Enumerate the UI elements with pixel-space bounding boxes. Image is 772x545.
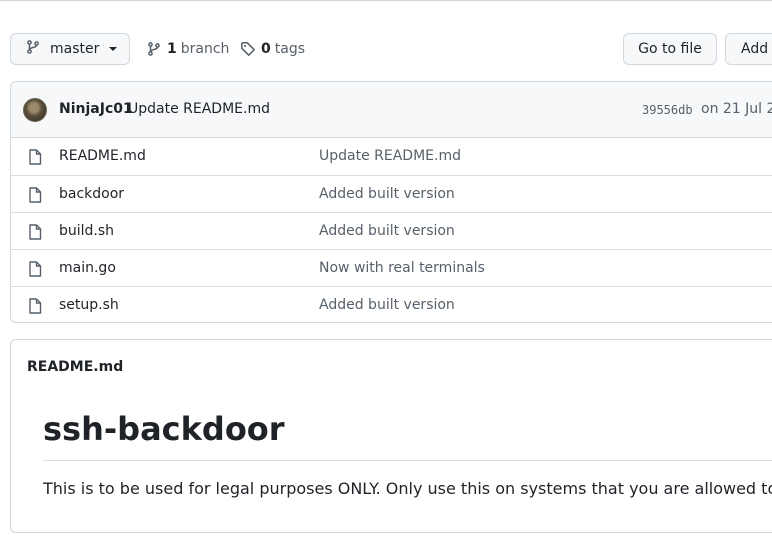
file-name-link[interactable]: build.sh [59,223,114,239]
file-commit-message-link[interactable]: Added built version [319,186,455,202]
git-branch-icon [148,42,160,56]
commit-message-link[interactable]: Update README.md [128,101,270,117]
file-row: backdoor Added built version [11,175,772,212]
tags-link[interactable]: 0 tags [240,39,305,59]
file-commit-message-link[interactable]: Added built version [319,297,455,313]
file-commit-message-link[interactable]: Added built version [319,223,455,239]
branch-count: 1 [167,41,177,57]
tag-label: tags [274,41,305,57]
branch-label: branch [180,41,230,57]
file-row: setup.sh Added built version [11,286,772,322]
readme-filename-link[interactable]: README.md [27,359,123,375]
commit-sha-link[interactable]: 39556db [642,103,693,117]
file-icon [28,261,42,281]
file-row: README.md Update README.md [11,138,772,175]
add-file-button[interactable]: Add [725,33,772,65]
tag-count: 0 [261,41,271,57]
git-branch-icon [25,39,41,59]
file-row: main.go Now with real terminals [11,249,772,286]
file-name-link[interactable]: README.md [59,148,146,164]
avatar[interactable] [23,98,47,122]
file-icon [28,149,42,169]
top-divider [0,0,772,1]
file-icon [28,224,42,244]
file-commit-message-link[interactable]: Update README.md [319,148,461,164]
branch-select-button[interactable]: master [10,33,130,65]
latest-commit-bar: NinjaJc01 Update README.md 39556db on 21… [11,82,772,138]
branches-link[interactable]: 1 branch [146,39,229,59]
file-commit-message-link[interactable]: Now with real terminals [319,260,485,276]
file-name-link[interactable]: backdoor [59,186,124,202]
readme-body: This is to be used for legal purposes ON… [43,479,772,498]
readme-panel: README.md ssh-backdoor This is to be use… [10,339,772,533]
commit-author-link[interactable]: NinjaJc01 [59,101,133,117]
go-to-file-button[interactable]: Go to file [623,33,717,65]
file-row: build.sh Added built version [11,212,772,249]
tag-icon [241,42,255,56]
file-icon [28,187,42,207]
file-name-link[interactable]: setup.sh [59,297,119,313]
branch-name: master [50,41,100,57]
readme-title: ssh-backdoor [43,410,285,448]
file-name-link[interactable]: main.go [59,260,116,276]
file-list: NinjaJc01 Update README.md 39556db on 21… [10,81,772,323]
commit-date: on 21 Jul 20 [701,101,772,117]
caret-down-icon [108,41,118,57]
readme-divider [43,460,772,461]
file-icon [28,298,42,318]
